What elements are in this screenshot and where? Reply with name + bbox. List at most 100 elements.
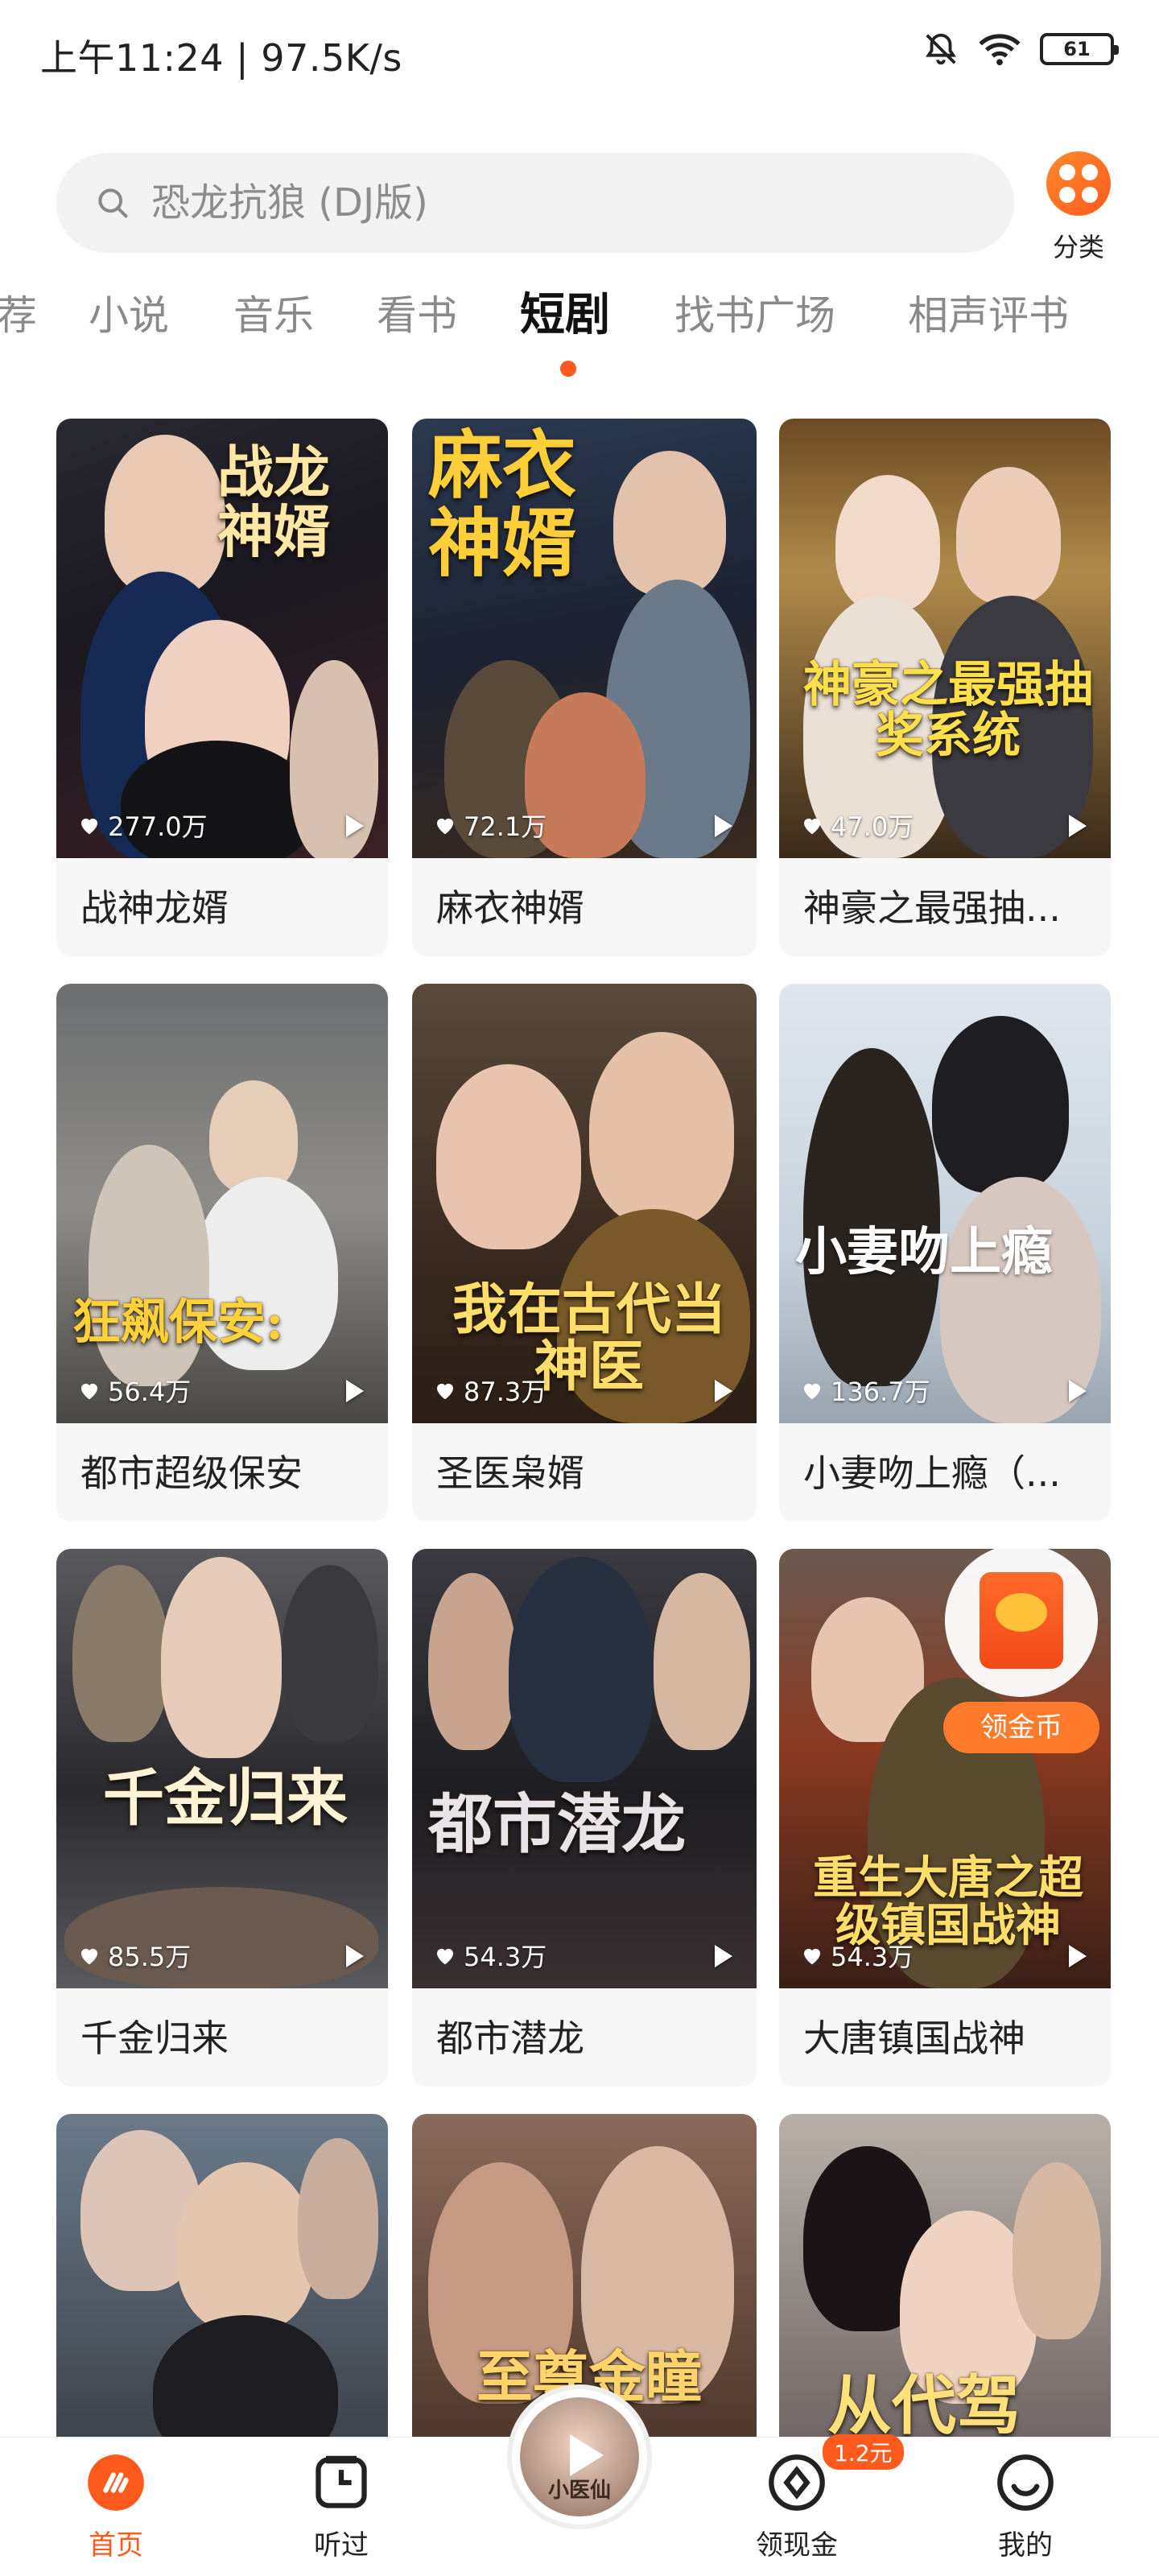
play-icon (715, 1380, 732, 1402)
drama-title: 战神龙婿 (80, 886, 229, 930)
heart-icon (81, 1948, 97, 1965)
nav-cash-label: 领现金 (756, 2529, 838, 2562)
play-icon (346, 815, 364, 837)
drama-poster: 从代驾 (779, 2114, 1111, 2468)
drama-poster: 小妻吻上瘾 136.7万 (779, 984, 1111, 1423)
likes-count: 87.3万 (433, 1372, 547, 1409)
battery-level: 61 (1063, 38, 1091, 60)
drama-title: 圣医枭婿 (436, 1451, 584, 1495)
play-icon (346, 1380, 364, 1402)
bottom-nav: 首页 听过 小医仙 领现金 我的 (0, 2389, 1159, 2576)
tab-short-drama[interactable]: 短剧 (520, 283, 610, 344)
heart-icon (81, 818, 97, 835)
drama-title: 都市超级保安 (80, 1451, 303, 1495)
category-label: 分类 (1052, 232, 1104, 262)
status-time-speed: 上午11:24 | 97.5K/s (40, 36, 402, 80)
drama-card[interactable]: 小妻吻上瘾 136.7万 小妻吻上瘾（... (779, 984, 1111, 1521)
poster-title: 千金归来 (103, 1762, 348, 1834)
drama-poster: 都市潜龙 54.3万 (412, 1549, 757, 1988)
drama-title: 千金归来 (80, 2017, 229, 2060)
status-bar: 上午11:24 | 97.5K/s 61 (0, 0, 1159, 105)
likes-count: 72.1万 (433, 807, 547, 844)
smile-icon (995, 2452, 1056, 2513)
nav-home[interactable]: 首页 (52, 2452, 180, 2562)
wifi-icon (979, 34, 1021, 66)
active-tab-indicator (560, 361, 576, 377)
drama-poster: 我在古代当神医 87.3万 (412, 984, 757, 1423)
earn-coins-label: 领金币 (943, 1702, 1099, 1753)
tab-read[interactable]: 看书 (377, 283, 457, 341)
drama-poster: 千金归来 85.5万 (56, 1549, 388, 1988)
nav-home-label: 首页 (89, 2529, 143, 2562)
drama-title: 神豪之最强抽... (803, 886, 1061, 930)
drama-card[interactable]: 麻衣神婿 72.1万 麻衣神婿 (412, 419, 757, 956)
now-playing-caption: 小医仙 (547, 2479, 611, 2503)
drama-card[interactable]: 都市潜龙 54.3万 都市潜龙 (412, 1549, 757, 2087)
drama-card[interactable]: 我在古代当神医 87.3万 圣医枭婿 (412, 984, 757, 1521)
play-icon (715, 1945, 732, 1967)
poster-title: 都市潜龙 (428, 1786, 686, 1862)
tab-bar: 荐 小说 音乐 看书 短剧 找书广场 相声评书 (0, 283, 1159, 380)
drama-title: 麻衣神婿 (436, 886, 584, 930)
heart-icon (81, 1383, 97, 1400)
drama-card[interactable]: 狂飙保安: 56.4万 都市超级保安 (56, 984, 388, 1521)
tab-recommend[interactable]: 荐 (0, 283, 37, 341)
poster-title: 重生大唐之超级镇国战神 (813, 1852, 1083, 1952)
cash-badge: 1.2元 (823, 2434, 904, 2470)
drama-card[interactable]: 千金归来 85.5万 千金归来 (56, 1549, 388, 2087)
drama-title: 都市潜龙 (436, 2017, 584, 2060)
search-icon (98, 188, 128, 218)
play-icon (346, 1945, 364, 1967)
earn-coins-widget[interactable]: 领金币 (938, 1544, 1103, 1753)
category-button[interactable]: 分类 (1040, 151, 1117, 264)
poster-title: 从代驾 (827, 2368, 1021, 2443)
likes-count: 136.7万 (800, 1372, 930, 1409)
likes-value: 136.7万 (831, 1377, 930, 1407)
likes-count: 54.3万 (433, 1937, 547, 1974)
diamond-coin-icon (766, 2452, 827, 2513)
poster-title: 麻衣神婿 (428, 422, 577, 587)
play-icon (1069, 1945, 1087, 1967)
heart-icon (437, 1948, 453, 1965)
tab-book-plaza[interactable]: 找书广场 (674, 283, 835, 341)
heart-icon (804, 818, 820, 835)
drama-card[interactable]: 神豪之最强抽奖系统 47.0万 神豪之最强抽... (779, 419, 1111, 956)
poster-title: 神豪之最强抽奖系统 (803, 657, 1093, 764)
search-bar[interactable] (56, 153, 1014, 253)
likes-value: 72.1万 (464, 811, 547, 842)
likes-count: 54.3万 (800, 1937, 914, 1974)
likes-value: 85.5万 (108, 1942, 192, 1972)
home-icon (85, 2452, 146, 2513)
category-icon (1046, 151, 1111, 216)
now-playing-button[interactable]: 小医仙 (512, 2389, 647, 2524)
tab-novel[interactable]: 小说 (89, 283, 169, 341)
drama-title: 小妻吻上瘾（... (803, 1451, 1061, 1495)
play-icon (1069, 1380, 1087, 1402)
nav-mine[interactable]: 我的 (961, 2452, 1090, 2562)
heart-icon (437, 818, 453, 835)
mute-bell-icon (926, 33, 956, 65)
drama-poster: 麻衣神婿 72.1万 (412, 419, 757, 858)
likes-count: 85.5万 (77, 1937, 191, 1974)
drama-card[interactable]: 从代驾 (779, 2114, 1111, 2468)
heart-icon (437, 1383, 453, 1400)
drama-card[interactable]: 战龙神婿 277.0万 战神龙婿 (56, 419, 388, 956)
status-icons: 61 (922, 31, 1119, 68)
play-icon (715, 815, 732, 837)
nav-history[interactable]: 听过 (277, 2452, 406, 2562)
battery-icon: 61 (1040, 33, 1119, 65)
heart-icon (804, 1948, 820, 1965)
search-input[interactable] (151, 180, 876, 225)
heart-icon (804, 1383, 820, 1400)
tab-crosstalk[interactable]: 相声评书 (908, 283, 1069, 341)
tab-music[interactable]: 音乐 (233, 283, 314, 341)
drama-poster: 狂飙保安: 56.4万 (56, 984, 388, 1423)
likes-count: 277.0万 (77, 807, 208, 844)
likes-value: 54.3万 (831, 1942, 914, 1972)
drama-card[interactable] (56, 2114, 388, 2468)
nav-mine-label: 我的 (998, 2529, 1053, 2562)
likes-value: 54.3万 (464, 1942, 547, 1972)
poster-title: 小妻吻上瘾 (795, 1222, 1053, 1282)
drama-poster (56, 2114, 388, 2468)
likes-count: 56.4万 (77, 1372, 191, 1409)
